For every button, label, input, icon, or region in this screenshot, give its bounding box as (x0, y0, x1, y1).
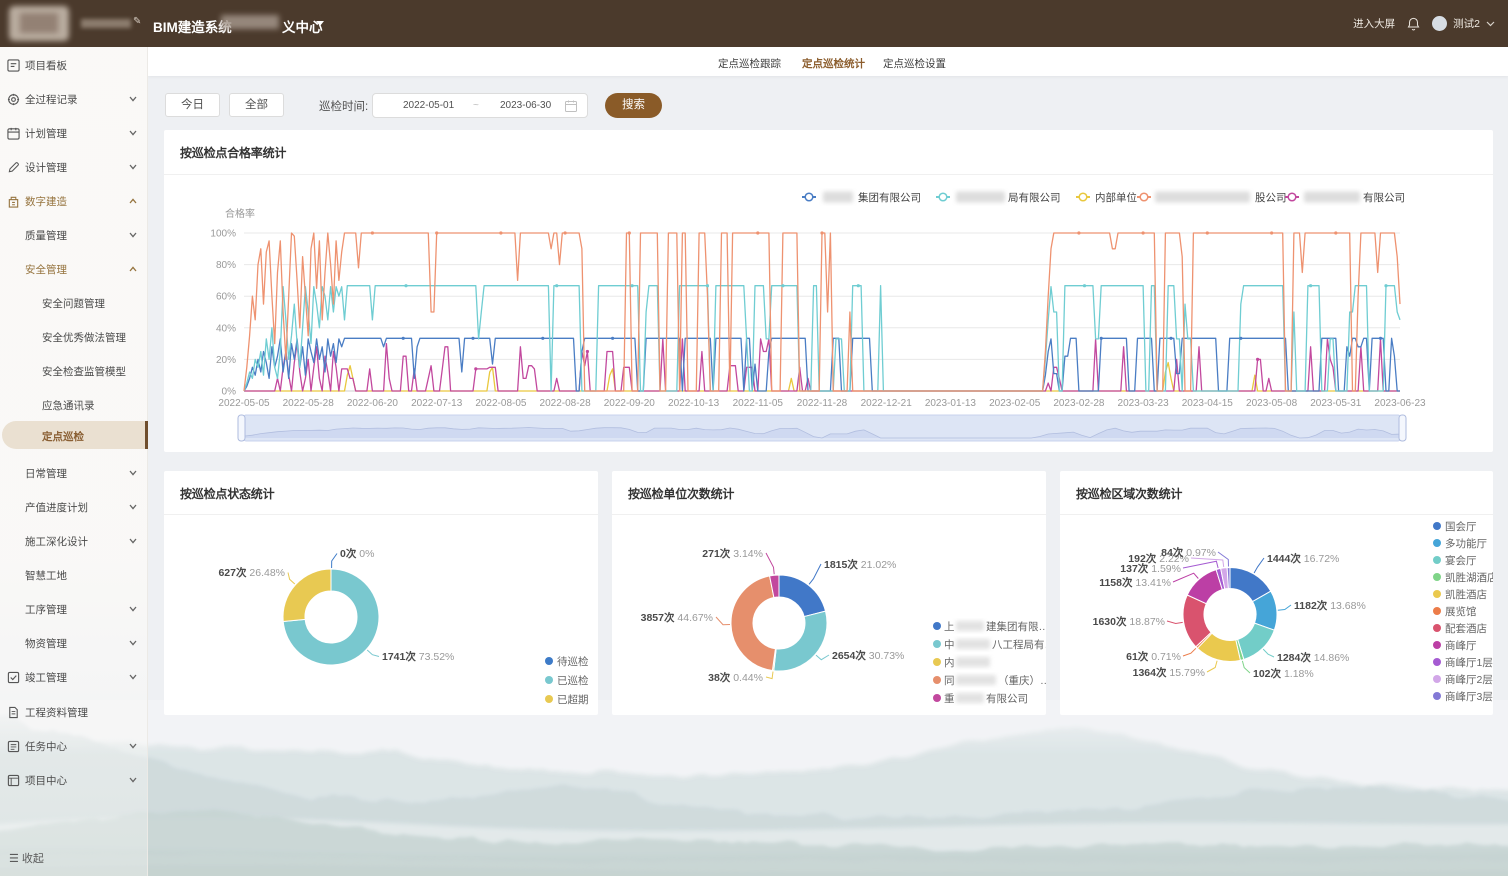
svg-text:2022-05-28: 2022-05-28 (283, 398, 335, 409)
svg-text:凯胜湖酒店: 凯胜湖酒店 (1445, 571, 1493, 584)
svg-text:内: 内 (944, 656, 955, 669)
svg-text:上: 上 (944, 621, 955, 633)
svg-text:2022-09-20: 2022-09-20 (604, 398, 656, 409)
svg-text:宴会厅: 宴会厅 (1445, 554, 1477, 567)
svg-text:已巡检: 已巡检 (557, 674, 589, 687)
svg-text:2023-05-31: 2023-05-31 (1310, 398, 1362, 409)
svg-text:2022-12-21: 2022-12-21 (861, 398, 913, 409)
svg-text:1444次 16.72%: 1444次 16.72% (1267, 552, 1339, 565)
svg-text:2022-06-20: 2022-06-20 (347, 398, 399, 409)
svg-text:2023-04-15: 2023-04-15 (1182, 398, 1234, 409)
svg-text:2022-08-05: 2022-08-05 (475, 398, 527, 409)
svg-text:同: 同 (944, 675, 955, 687)
svg-text:60%: 60% (216, 292, 236, 303)
svg-text:84次 0.97%: 84次 0.97% (1161, 546, 1216, 559)
svg-text:2023-02-05: 2023-02-05 (989, 398, 1041, 409)
svg-text:40%: 40% (216, 323, 236, 334)
svg-text:3857次 44.67%: 3857次 44.67% (641, 611, 713, 624)
svg-text:展览馆: 展览馆 (1445, 605, 1477, 618)
svg-text:已超期: 已超期 (557, 693, 589, 706)
svg-text:0次 0%: 0次 0% (340, 547, 374, 560)
svg-text:102次 1.18%: 102次 1.18% (1253, 667, 1314, 680)
svg-text:股公司: 股公司 (1255, 192, 1287, 204)
svg-text:2022-08-28: 2022-08-28 (540, 398, 592, 409)
svg-text:有限公司: 有限公司 (1363, 191, 1405, 204)
svg-text:商峰厅2层: 商峰厅2层 (1445, 673, 1493, 686)
svg-text:2654次 30.73%: 2654次 30.73% (832, 649, 904, 662)
svg-text:商峰厅1层: 商峰厅1层 (1445, 656, 1493, 669)
svg-text:61次 0.71%: 61次 0.71% (1126, 650, 1181, 663)
svg-text:1182次 13.68%: 1182次 13.68% (1294, 599, 1366, 612)
svg-text:八工程局有…: 八工程局有… (992, 638, 1046, 651)
svg-text:2022-05-05: 2022-05-05 (218, 398, 270, 409)
svg-text:80%: 80% (216, 260, 236, 271)
svg-text:2023-02-28: 2023-02-28 (1053, 398, 1105, 409)
svg-text:2023-05-08: 2023-05-08 (1246, 398, 1298, 409)
svg-text:内部单位: 内部单位 (1095, 191, 1137, 204)
svg-text:2022-11-28: 2022-11-28 (797, 398, 848, 409)
svg-text:100%: 100% (210, 229, 236, 240)
svg-text:国会厅: 国会厅 (1445, 520, 1477, 533)
svg-text:建集团有限…: 建集团有限… (986, 620, 1046, 633)
svg-text:局有限公司: 局有限公司 (1008, 191, 1061, 204)
svg-text:627次 26.48%: 627次 26.48% (218, 566, 285, 579)
svg-text:1364次 15.79%: 1364次 15.79% (1133, 666, 1205, 679)
svg-text:0%: 0% (222, 387, 237, 398)
svg-text:2023-06-23: 2023-06-23 (1374, 398, 1426, 409)
svg-text:（重庆）…: （重庆）… (998, 674, 1046, 687)
svg-text:1284次 14.86%: 1284次 14.86% (1277, 651, 1349, 664)
svg-text:合格率: 合格率 (225, 207, 255, 220)
svg-text:271次 3.14%: 271次 3.14% (702, 547, 763, 560)
svg-text:凯胜酒店: 凯胜酒店 (1445, 588, 1487, 601)
svg-text:1815次 21.02%: 1815次 21.02% (824, 558, 896, 571)
svg-text:商峰厅: 商峰厅 (1445, 639, 1477, 652)
svg-text:20%: 20% (216, 355, 236, 366)
svg-text:重: 重 (944, 692, 955, 705)
svg-text:集团有限公司: 集团有限公司 (858, 191, 921, 204)
svg-text:38次 0.44%: 38次 0.44% (708, 671, 763, 684)
svg-text:待巡检: 待巡检 (557, 655, 589, 668)
svg-text:1630次 18.87%: 1630次 18.87% (1093, 615, 1165, 628)
svg-text:2023-01-13: 2023-01-13 (925, 398, 977, 409)
svg-text:商峰厅3层: 商峰厅3层 (1445, 690, 1493, 703)
svg-text:1741次 73.52%: 1741次 73.52% (382, 650, 454, 663)
svg-text:2022-11-05: 2022-11-05 (733, 398, 784, 409)
svg-text:配套酒店: 配套酒店 (1445, 622, 1487, 635)
svg-text:2022-07-13: 2022-07-13 (411, 398, 463, 409)
svg-text:有限公司: 有限公司 (986, 692, 1028, 705)
svg-text:中: 中 (944, 638, 955, 651)
svg-text:1158次 13.41%: 1158次 13.41% (1099, 576, 1171, 589)
svg-text:多功能厅: 多功能厅 (1445, 537, 1487, 550)
svg-text:2023-03-23: 2023-03-23 (1118, 398, 1170, 409)
svg-text:2022-10-13: 2022-10-13 (668, 398, 720, 409)
